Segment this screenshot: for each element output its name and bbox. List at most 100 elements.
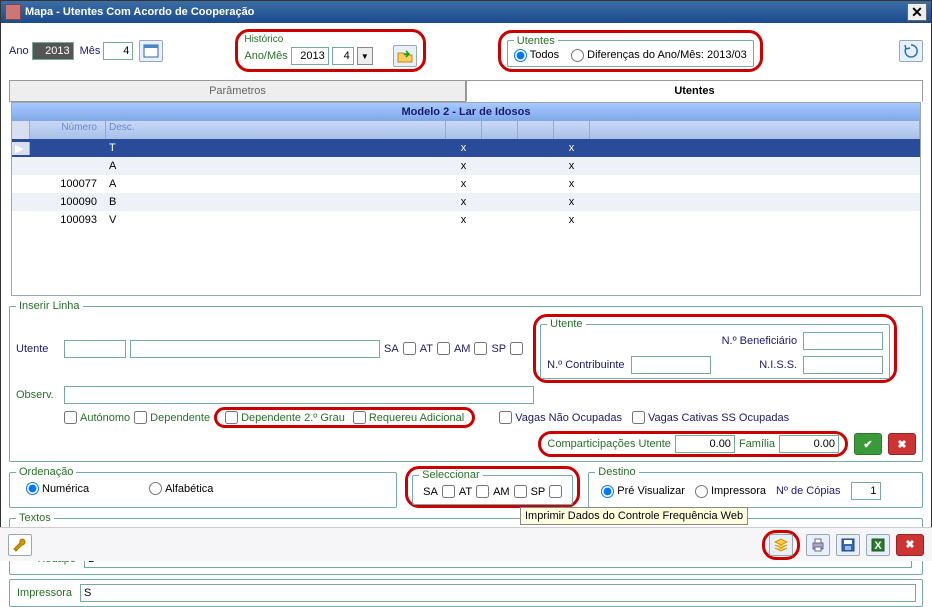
grid-header-at[interactable] (482, 121, 518, 139)
grid-header-numero[interactable]: Número (30, 121, 106, 139)
table-row[interactable]: Axx (12, 157, 920, 175)
tab-parametros[interactable]: Parâmetros (9, 80, 466, 102)
grid-header-am[interactable] (518, 121, 554, 139)
impressora-input[interactable] (80, 584, 916, 602)
grid-header-sp[interactable] (554, 121, 590, 139)
dest-pre-radio[interactable]: Pré Visualizar (601, 485, 685, 498)
row-sa: x (446, 142, 482, 154)
utente-name-input[interactable] (130, 340, 380, 358)
compart-familia-input[interactable] (779, 435, 839, 453)
bottom-toolbar: X ✖ (0, 527, 932, 561)
filter-dif-radio[interactable]: Diferenças do Ano/Mês: 2013/03 (571, 49, 747, 62)
row-numero: 100090 (30, 196, 106, 208)
wrench-icon (12, 537, 28, 553)
grid-header-desc[interactable]: Desc. (106, 121, 446, 139)
sel-sa-label: SA (423, 486, 438, 498)
tab-bar: Parâmetros Utentes (9, 80, 923, 102)
ord-alfa-radio[interactable]: Alfabética (149, 482, 213, 495)
sp-checkbox[interactable] (510, 342, 523, 355)
seleccionar-legend: Seleccionar (419, 469, 482, 481)
ncontrib-label: N.º Contribuinte (547, 359, 624, 371)
historico-dropdown[interactable]: ▼ (357, 47, 373, 65)
am-checkbox[interactable] (474, 342, 487, 355)
sel-sa-checkbox[interactable] (442, 485, 455, 498)
top-toolbar: Ano Mês Histórico Ano/Mês ▼ (1, 23, 931, 78)
refresh-icon (903, 43, 919, 59)
vagas-nao-checkbox[interactable]: Vagas Não Ocupadas (499, 411, 622, 424)
mes-input[interactable] (103, 42, 133, 60)
table-row[interactable]: 100093Vx x (12, 211, 920, 229)
calendar-button[interactable] (139, 40, 163, 62)
folder-out-icon (397, 48, 413, 64)
autonomo-checkbox[interactable]: Autónomo (64, 411, 130, 424)
nbenef-label: N.º Beneficiário (722, 335, 798, 347)
niss-input[interactable] (803, 356, 883, 374)
inserir-linha-fieldset: Inserir Linha Utente SA AT AM SP Utente … (9, 300, 923, 462)
save-button[interactable] (836, 534, 860, 556)
observ-label: Observ. (16, 389, 60, 401)
dep2-checkbox[interactable]: Dependente 2.º Grau (225, 411, 345, 424)
tab-utentes[interactable]: Utentes (466, 80, 923, 102)
sel-at-checkbox[interactable] (476, 485, 489, 498)
row-sa: x (446, 214, 482, 226)
familia-label: Família (739, 438, 775, 450)
vagas-cativas-checkbox[interactable]: Vagas Cativas SS Ocupadas (632, 411, 789, 424)
print-button[interactable] (806, 534, 830, 556)
highlight-web-button (762, 530, 800, 560)
sp-label: SP (491, 343, 506, 355)
destino-legend: Destino (595, 466, 638, 478)
table-row[interactable]: 100077Axx (12, 175, 920, 193)
reqadic-checkbox[interactable]: Requereu Adicional (353, 411, 464, 424)
anomes-label: Ano/Mês (244, 50, 287, 62)
sel-sp-label: SP (531, 486, 546, 498)
utentes-filter-legend: Utentes (514, 35, 558, 47)
historico-ano-input[interactable] (291, 47, 329, 65)
utente-code-input[interactable] (64, 340, 126, 358)
nbenef-input[interactable] (803, 332, 883, 350)
grid-header-handle (12, 121, 30, 139)
historico-mes-input[interactable] (332, 47, 354, 65)
table-row[interactable]: 100090Bxx (12, 193, 920, 211)
grid-body[interactable]: ▶TxxAxx100077Axx100090Bxx100093Vxx (12, 139, 920, 295)
row-sp: x (554, 214, 590, 226)
utente-box-legend: Utente (547, 318, 585, 330)
dest-imp-radio[interactable]: Impressora (695, 485, 766, 498)
ncontrib-input[interactable] (631, 356, 711, 374)
utentes-filter-fieldset: Utentes Todos Diferenças do Ano/Mês: 201… (507, 35, 754, 67)
row-sa: x (446, 196, 482, 208)
exit-button[interactable]: ✖ (896, 534, 924, 556)
excel-icon: X (870, 537, 886, 553)
impressora-label: Impressora (16, 587, 76, 599)
ano-input[interactable] (32, 42, 74, 60)
excel-button[interactable]: X (866, 534, 890, 556)
historico-load-button[interactable] (393, 45, 417, 67)
at-checkbox[interactable] (437, 342, 450, 355)
cancel-button[interactable]: ✖ (888, 433, 916, 455)
grid-header-sa[interactable] (446, 121, 482, 139)
ano-label: Ano (9, 45, 29, 57)
mes-label: Mês (80, 45, 101, 57)
compart-label: Comparticipações Utente (547, 438, 671, 450)
table-row[interactable]: ▶Txx (12, 139, 920, 157)
historico-fieldset: Histórico Ano/Mês ▼ (244, 34, 416, 67)
ord-numerica-radio[interactable]: Numérica (26, 482, 89, 495)
dependente-checkbox[interactable]: Dependente (134, 411, 210, 424)
row-name: V (106, 214, 446, 226)
sel-am-checkbox[interactable] (514, 485, 527, 498)
web-upload-button[interactable] (769, 534, 793, 556)
row-handle: ▶ (12, 142, 30, 155)
confirm-button[interactable]: ✔ (854, 433, 882, 455)
close-button[interactable]: ✕ (907, 3, 927, 21)
wrench-button[interactable] (8, 534, 32, 556)
refresh-button[interactable] (899, 40, 923, 62)
grid-header-rest[interactable] (590, 121, 920, 139)
sa-checkbox[interactable] (403, 342, 416, 355)
observ-input[interactable] (64, 386, 534, 404)
sel-sp-checkbox[interactable] (549, 485, 562, 498)
filter-todos-radio[interactable]: Todos (514, 49, 559, 62)
copias-input[interactable] (851, 482, 881, 500)
compart-utente-input[interactable] (675, 435, 735, 453)
row-numero: 100093 (30, 214, 106, 226)
ordenacao-fieldset: Ordenação Numérica Alfabética (9, 466, 397, 508)
highlight-utente-box: Utente N.º Beneficiário N.º Contribuinte… (533, 314, 897, 383)
